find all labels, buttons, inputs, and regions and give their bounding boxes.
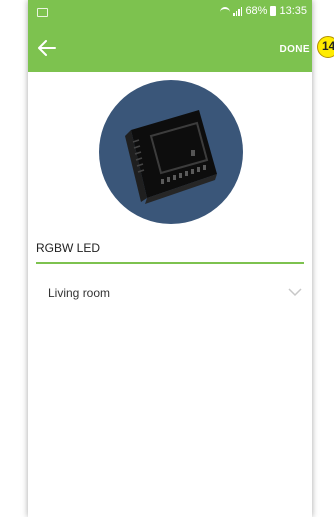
dimmer-module-image — [125, 110, 217, 204]
done-button[interactable]: DONE — [280, 44, 311, 55]
battery-icon — [270, 6, 277, 16]
wifi-icon — [220, 6, 231, 16]
step-number-badge: 14 — [317, 36, 334, 58]
battery-percent: 68% — [245, 5, 268, 17]
room-dropdown[interactable]: Living room — [36, 282, 304, 304]
room-selected-value: Living room — [48, 286, 111, 300]
status-indicators: 68% 13:35 — [220, 3, 307, 19]
signal-icon — [233, 6, 243, 16]
clock: 13:35 — [279, 5, 307, 17]
phone-screen: 68% 13:35 DONE RGBW LED Living room — [28, 0, 312, 517]
device-image[interactable] — [99, 80, 243, 224]
app-bar: 68% 13:35 DONE — [28, 0, 312, 72]
device-name-value: RGBW LED — [36, 241, 101, 255]
device-name-field[interactable]: RGBW LED — [36, 238, 304, 264]
chevron-down-icon — [288, 288, 302, 297]
notification-icon — [37, 8, 48, 17]
back-arrow-icon[interactable] — [38, 40, 56, 56]
status-bar: 68% 13:35 — [28, 0, 312, 24]
